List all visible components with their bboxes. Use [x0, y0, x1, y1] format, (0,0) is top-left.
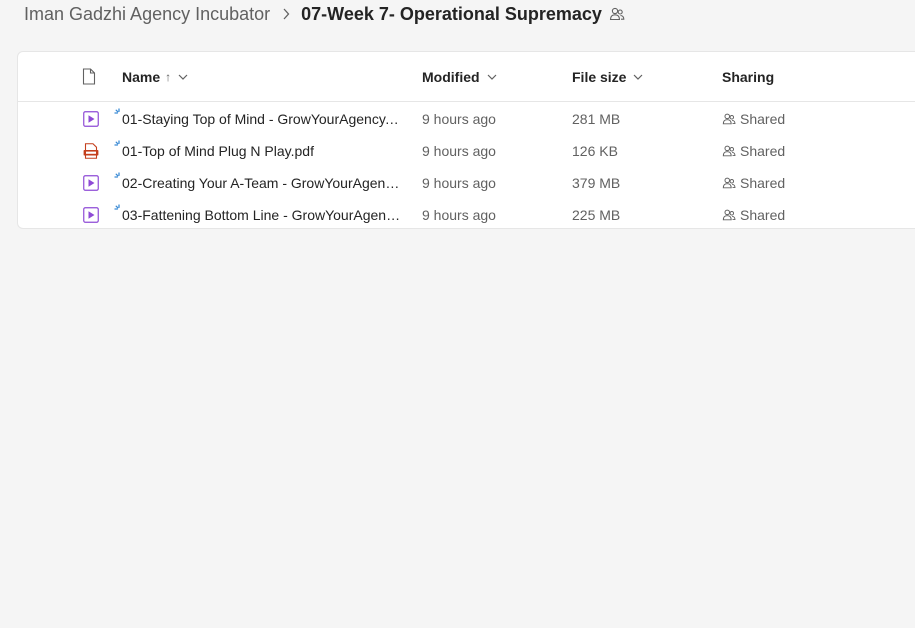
sharing-status-label: Shared — [740, 111, 786, 127]
file-modified: 9 hours ago — [422, 111, 496, 127]
column-header-file-size-label: File size — [572, 69, 627, 85]
column-header-sharing-label: Sharing — [722, 69, 775, 85]
breadcrumb-current-folder[interactable]: 07-Week 7- Operational Supremacy — [301, 4, 602, 25]
chevron-right-icon — [282, 8, 290, 20]
file-size: 379 MB — [572, 175, 621, 191]
breadcrumb: Iman Gadzhi Agency Incubator 07-Week 7- … — [24, 0, 625, 28]
sharing-status[interactable]: Shared — [722, 103, 785, 135]
file-name-link[interactable]: 03-Fattening Bottom Line - GrowYourAgenc… — [122, 199, 402, 228]
file-size: 225 MB — [572, 207, 621, 223]
file-name-link[interactable]: 01-Staying Top of Mind - GrowYourAgency.… — [122, 103, 402, 135]
column-header-sharing[interactable]: Sharing — [722, 52, 774, 102]
document-icon[interactable] — [82, 68, 96, 90]
file-size: 281 MB — [572, 111, 621, 127]
pdf-file-icon — [83, 143, 99, 159]
table-row[interactable]: 01-Top of Mind Plug N Play.pdf 9 hours a… — [18, 135, 915, 167]
table-row[interactable]: 03-Fattening Bottom Line - GrowYourAgenc… — [18, 199, 915, 228]
sharing-status-label: Shared — [740, 207, 786, 223]
column-header-modified[interactable]: Modified — [422, 52, 497, 102]
video-file-icon — [83, 207, 99, 223]
file-modified: 9 hours ago — [422, 175, 496, 191]
sharing-status[interactable]: Shared — [722, 199, 786, 228]
file-size: 126 KB — [572, 143, 618, 159]
people-icon — [722, 176, 736, 190]
file-list-header: Name ↑ Modified File size Sharing — [18, 52, 915, 102]
chevron-down-icon — [633, 73, 643, 81]
people-icon — [722, 208, 736, 222]
video-file-icon — [83, 111, 99, 127]
file-list: Name ↑ Modified File size Sharing 01-Sta… — [17, 51, 915, 229]
table-row[interactable]: 01-Staying Top of Mind - GrowYourAgency.… — [18, 103, 915, 135]
table-row[interactable]: 02-Creating Your A-Team - GrowYourAgency… — [18, 167, 915, 199]
column-header-modified-label: Modified — [422, 69, 480, 85]
column-header-name-label: Name — [122, 69, 161, 85]
sharing-status-label: Shared — [740, 175, 786, 191]
people-icon — [609, 6, 625, 22]
video-file-icon — [83, 175, 99, 191]
chevron-down-icon — [487, 73, 497, 81]
people-icon — [722, 144, 736, 158]
sharing-status[interactable]: Shared — [722, 135, 785, 167]
column-header-name[interactable]: Name ↑ — [122, 52, 188, 102]
people-icon — [722, 112, 736, 126]
file-modified: 9 hours ago — [422, 143, 496, 159]
breadcrumb-parent-link[interactable]: Iman Gadzhi Agency Incubator — [24, 4, 270, 25]
chevron-down-icon — [178, 73, 188, 81]
file-name-link[interactable]: 01-Top of Mind Plug N Play.pdf — [122, 135, 402, 167]
file-modified: 9 hours ago — [422, 207, 496, 223]
column-header-file-size[interactable]: File size — [572, 52, 643, 102]
sort-ascending-icon: ↑ — [165, 70, 172, 84]
sharing-status-label: Shared — [740, 143, 786, 159]
sharing-status[interactable]: Shared — [722, 167, 785, 199]
file-name-link[interactable]: 02-Creating Your A-Team - GrowYourAgency… — [122, 167, 402, 199]
